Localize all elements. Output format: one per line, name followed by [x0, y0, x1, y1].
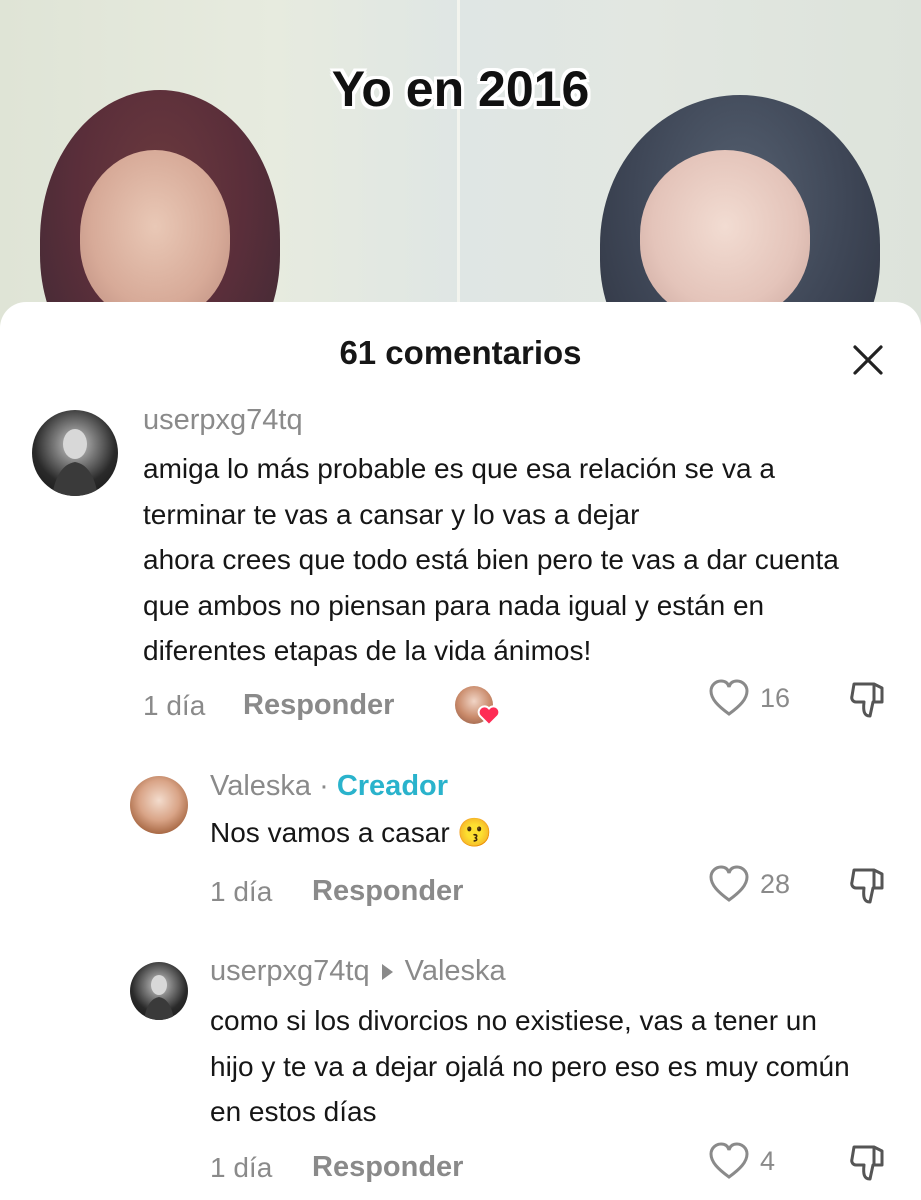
photo-divider [457, 0, 460, 330]
comments-count-title: 61 comentarios [339, 334, 582, 371]
comment-username-line: Valeska · Creador [210, 770, 448, 803]
right-photo-face [640, 150, 810, 320]
comment-time: 1 día [143, 690, 206, 721]
reply-to-username[interactable]: Valeska [405, 955, 506, 987]
comment-text-line: diferentes etapas de la vida ánimos! [143, 635, 592, 666]
video-preview[interactable]: Yo en 2016 [0, 0, 921, 330]
comment-text-line: que ambos no piensan para nada igual y e… [143, 589, 765, 621]
comment-text-line: hijo y te va a dejar ojalá no pero eso e… [210, 1050, 850, 1082]
comment-text-line: amiga lo más probable es que esa relació… [143, 453, 775, 484]
creator-badge: Creador [336, 770, 449, 802]
like-count: 4 [760, 1145, 776, 1176]
dislike-icon[interactable] [846, 678, 890, 722]
heart-filled-icon [477, 705, 501, 726]
comment-text-line: terminar te vas a cansar y lo vas a deja… [143, 498, 640, 530]
avatar[interactable] [130, 776, 188, 834]
like-button[interactable]: 28 [708, 864, 790, 904]
creator-liked-badge [455, 686, 501, 726]
avatar[interactable] [32, 410, 118, 496]
dislike-icon[interactable] [846, 864, 890, 908]
video-overlay-text: Yo en 2016 [331, 61, 590, 117]
reply-arrow-icon [381, 964, 393, 981]
comment-time: 1 día [210, 1152, 273, 1183]
like-count: 16 [760, 682, 791, 713]
avatar[interactable] [130, 962, 188, 1020]
comment-text-line: en estos días [210, 1096, 377, 1127]
reply-button[interactable]: Responder [312, 1151, 463, 1184]
comment-text-line: ahora crees que todo está bien pero te v… [143, 544, 839, 575]
comment-username[interactable]: userpxg74tq [210, 955, 370, 987]
close-icon[interactable] [848, 340, 888, 380]
like-button[interactable]: 16 [708, 678, 790, 718]
heart-icon [709, 679, 749, 716]
comment-time: 1 día [210, 876, 273, 907]
comment-username-line: userpxg74tq Valeska [210, 955, 506, 988]
like-button[interactable]: 4 [708, 1141, 775, 1181]
comments-sheet: 61 comentarios userpxg74tq amiga lo más … [0, 302, 921, 1200]
comment-text: amiga lo más probable es que esa relació… [143, 446, 903, 674]
comment-username[interactable]: Valeska [210, 770, 311, 802]
heart-icon [709, 1142, 749, 1179]
heart-icon [709, 865, 749, 902]
dislike-icon[interactable] [846, 1141, 890, 1185]
comment-text: como si los divorcios no existiese, vas … [210, 998, 910, 1135]
left-photo-face [80, 150, 230, 320]
reply-button[interactable]: Responder [312, 875, 463, 908]
comment-text-line: como si los divorcios no existiese, vas … [210, 1005, 817, 1036]
reply-button[interactable]: Responder [243, 689, 394, 722]
like-count: 28 [760, 868, 791, 899]
comment-text: Nos vamos a casar 😗 [210, 817, 493, 848]
comment-username[interactable]: userpxg74tq [143, 404, 303, 437]
separator-dot: · [319, 770, 329, 802]
